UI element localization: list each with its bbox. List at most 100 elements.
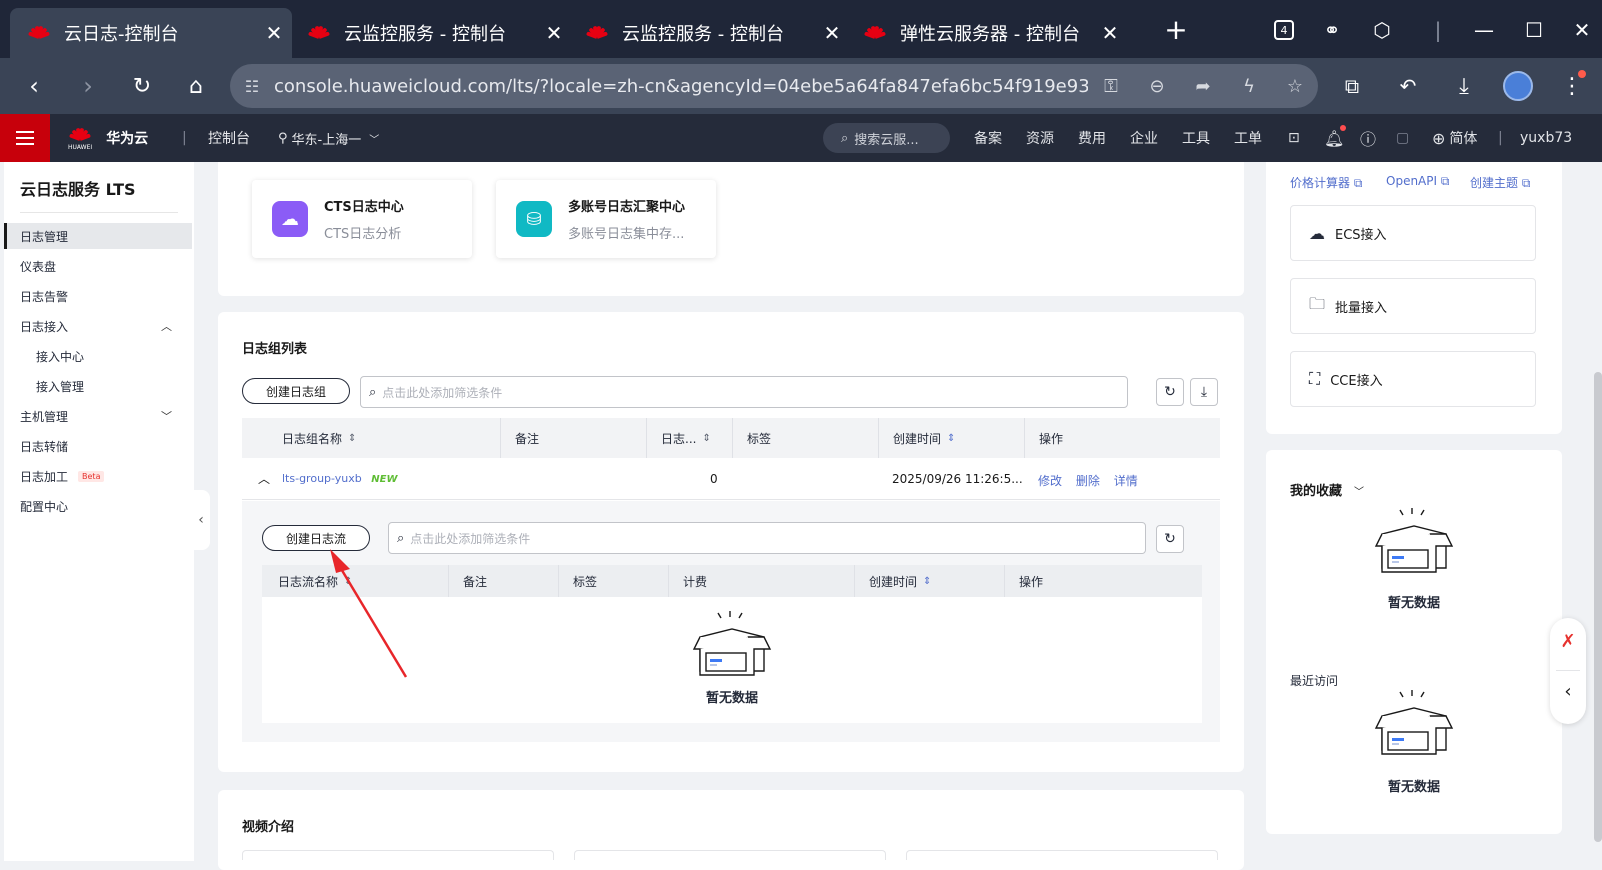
header-search-placeholder: 搜索云服...: [854, 132, 919, 148]
reload-icon[interactable]: ↻: [126, 70, 158, 102]
help-icon[interactable]: ⓘ: [1360, 114, 1376, 162]
log-group-name-link[interactable]: lts-group-yuxb NEW: [282, 472, 398, 485]
ecs-ingest-button[interactable]: ☁ ECS接入: [1290, 205, 1536, 261]
close-icon[interactable]: ✕: [536, 21, 572, 45]
chevron-left-icon[interactable]: ‹: [1557, 680, 1579, 702]
download-button[interactable]: ⤓: [1190, 378, 1218, 406]
nav-resources[interactable]: 资源: [1026, 114, 1054, 162]
tab-lts-console[interactable]: 云日志-控制台 ✕: [10, 8, 292, 58]
sort-icon[interactable]: ⇕: [702, 433, 710, 444]
refresh-button[interactable]: ↻: [1156, 525, 1184, 553]
col-created-time[interactable]: 创建时间 ⇕: [854, 565, 931, 597]
nav-filing[interactable]: 备案: [974, 114, 1002, 162]
update-dot: [1578, 70, 1586, 78]
sidebar-item-ingestion-management[interactable]: 接入管理: [4, 373, 192, 399]
key-icon[interactable]: ⚿: [1088, 76, 1134, 97]
batch-ingest-button[interactable]: 🗀 批量接入: [1290, 278, 1536, 334]
cce-ingest-button[interactable]: ⛶ CCE接入: [1290, 351, 1536, 407]
create-log-group-button[interactable]: 创建日志组: [242, 378, 350, 404]
console-link[interactable]: 控制台: [208, 114, 250, 162]
sidebar-item-dashboard[interactable]: 仪表盘: [4, 253, 192, 279]
close-icon[interactable]: ✕: [1092, 21, 1128, 45]
extensions-icon[interactable]: ⧉: [1336, 70, 1368, 102]
nav-enterprise[interactable]: 企业: [1130, 114, 1158, 162]
site-settings-icon[interactable]: ☷: [230, 77, 274, 96]
url-text[interactable]: console.huaweicloud.com/lts/?locale=zh-c…: [274, 76, 1088, 97]
nav-tools[interactable]: 工具: [1182, 114, 1210, 162]
sort-icon[interactable]: ⇕: [923, 576, 931, 587]
favorites-dropdown[interactable]: 我的收藏 ﹀: [1290, 480, 1364, 499]
video-card[interactable]: [574, 850, 886, 860]
annotation-arrow-icon: [330, 549, 408, 678]
close-icon[interactable]: ✕: [256, 21, 292, 45]
sidebar-item-ingestion-center[interactable]: 接入中心: [4, 343, 192, 369]
sidebar-item-log-processing[interactable]: 日志加工 Beta: [4, 463, 192, 489]
huawei-logo-icon: [307, 24, 331, 42]
details-link[interactable]: 详情: [1114, 474, 1138, 488]
header-search[interactable]: ⌕ 搜索云服...: [823, 123, 950, 153]
assistant-logo-icon[interactable]: ✗: [1557, 630, 1579, 652]
nav-tickets[interactable]: 工单: [1234, 114, 1262, 162]
tab-ecs-console[interactable]: 弹性云服务器 - 控制台 ✕: [846, 8, 1128, 58]
new-tab-button[interactable]: +: [1160, 13, 1192, 46]
undo-dropdown-icon[interactable]: ↶: [1392, 70, 1424, 102]
sidebar-item-log-alarms[interactable]: 日志告警: [4, 283, 192, 309]
col-tags: 标签: [732, 418, 771, 458]
download-icon[interactable]: ⤓: [1448, 70, 1480, 102]
back-icon[interactable]: ‹: [18, 70, 50, 102]
huawei-logo[interactable]: HUAWEI 华为云: [68, 114, 148, 162]
terminal-icon[interactable]: ⊡: [1288, 114, 1300, 162]
col-remark: 备注: [448, 565, 487, 597]
delete-link[interactable]: 删除: [1076, 474, 1100, 488]
bookmark-star-icon[interactable]: ☆: [1272, 76, 1318, 97]
col-created-time[interactable]: 创建时间 ⇕: [878, 418, 955, 458]
price-calculator-link[interactable]: 价格计算器 ⧉: [1290, 174, 1362, 191]
incognito-icon[interactable]: ⚭: [1316, 14, 1348, 46]
col-log-group-name[interactable]: 日志组名称 ⇕: [282, 418, 356, 458]
region-selector[interactable]: ⚲ 华东-上海一 ﹀: [278, 114, 379, 162]
extension-puzzle-icon[interactable]: ⬡: [1366, 14, 1398, 46]
profile-avatar[interactable]: [1502, 70, 1534, 102]
window-close-icon[interactable]: ✕: [1566, 14, 1598, 46]
language-selector[interactable]: ⊕ 简体: [1432, 114, 1477, 162]
minimize-icon[interactable]: —: [1468, 14, 1500, 46]
create-topic-link[interactable]: 创建主题 ⧉: [1470, 174, 1530, 191]
tab-cloud-monitor-1[interactable]: 云监控服务 - 控制台 ✕: [290, 8, 572, 58]
bell-icon[interactable]: 🔔︎: [1324, 114, 1344, 162]
sort-icon[interactable]: ⇕: [947, 433, 955, 444]
video-card[interactable]: [242, 850, 554, 860]
address-bar[interactable]: ☷ console.huaweicloud.com/lts/?locale=zh…: [230, 64, 1318, 108]
col-log-count[interactable]: 日志... ⇕: [646, 418, 711, 458]
sidebar-item-log-management[interactable]: 日志管理: [4, 223, 192, 249]
feedback-icon[interactable]: ▢: [1396, 114, 1409, 162]
bolt-icon[interactable]: ϟ: [1226, 76, 1272, 97]
log-group-search-input[interactable]: ⌕ 点击此处添加筛选条件: [360, 376, 1128, 408]
multi-account-log-card[interactable]: ⛁ 多账号日志汇聚中心 多账号日志集中存...: [496, 180, 716, 258]
forward-icon[interactable]: ›: [72, 70, 104, 102]
tab-count-icon[interactable]: 4: [1268, 14, 1300, 46]
sidebar-item-host-management[interactable]: 主机管理 ﹀: [4, 403, 192, 429]
cloud-storage-icon: ⛁: [516, 201, 552, 237]
page-scrollbar[interactable]: [1594, 372, 1602, 842]
edit-link[interactable]: 修改: [1038, 474, 1062, 488]
chevron-up-icon[interactable]: ︿: [258, 470, 270, 487]
service-menu-button[interactable]: [0, 114, 50, 162]
share-icon[interactable]: ➦: [1180, 76, 1226, 97]
home-icon[interactable]: ⌂: [180, 70, 212, 102]
tab-cloud-monitor-2[interactable]: 云监控服务 - 控制台 ✕: [568, 8, 850, 58]
video-card[interactable]: [906, 850, 1218, 860]
sort-icon[interactable]: ⇕: [348, 433, 356, 444]
sidebar-collapse-toggle[interactable]: ‹: [192, 490, 210, 550]
nav-billing[interactable]: 费用: [1078, 114, 1106, 162]
log-stream-search-input[interactable]: ⌕ 点击此处添加筛选条件: [388, 522, 1146, 554]
sidebar-item-log-ingestion[interactable]: 日志接入 ︿: [4, 313, 192, 339]
cts-log-center-card[interactable]: ☁ CTS日志中心 CTS日志分析: [252, 180, 472, 258]
sidebar-item-config-center[interactable]: 配置中心: [4, 493, 192, 519]
zoom-out-icon[interactable]: ⊖: [1134, 76, 1180, 97]
close-icon[interactable]: ✕: [814, 21, 850, 45]
refresh-button[interactable]: ↻: [1156, 378, 1184, 406]
sidebar-item-log-dump[interactable]: 日志转储: [4, 433, 192, 459]
maximize-icon[interactable]: ☐: [1518, 14, 1550, 46]
user-menu[interactable]: yuxb73: [1520, 114, 1572, 162]
openapi-link[interactable]: OpenAPI ⧉: [1386, 174, 1449, 189]
